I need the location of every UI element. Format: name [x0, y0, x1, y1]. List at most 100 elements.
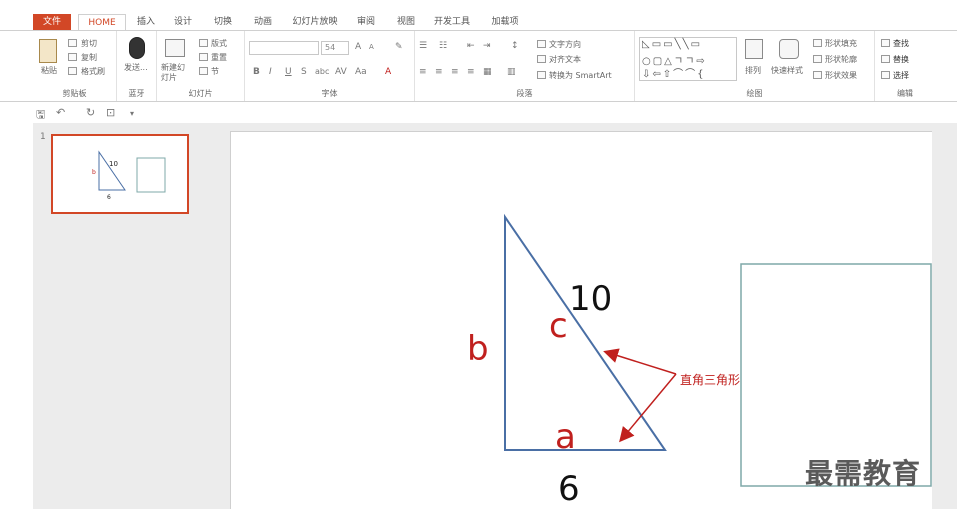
smartart-label[interactable]: 转换为 SmartArt	[549, 70, 612, 81]
align-right-icon[interactable]: ≡	[451, 67, 459, 77]
underline-button[interactable]: U	[285, 67, 292, 77]
shapes-gallery[interactable]: ◺▭▭╲╲▭ ○▢△ㄱㄱ⇨ ⇩⇦⇧⌒⌒{	[639, 37, 737, 81]
bluetooth-send-label[interactable]: 发送...	[124, 63, 154, 73]
numbering-icon[interactable]: ☷	[439, 41, 447, 51]
quick-styles-icon[interactable]	[779, 39, 799, 59]
bold-button[interactable]: B	[253, 67, 260, 77]
justify-icon[interactable]: ≡	[467, 67, 475, 77]
shapes-row-3-icon: ⇩⇦⇧⌒⌒{	[642, 69, 706, 80]
font-group-label: 字体	[321, 89, 338, 98]
customize-qat-icon[interactable]: ▾	[130, 109, 134, 118]
grow-font-icon[interactable]: A	[355, 42, 361, 52]
format-painter-icon[interactable]	[68, 67, 77, 75]
hypotenuse-value[interactable]: 10	[569, 279, 612, 319]
align-left-icon[interactable]: ≡	[419, 67, 427, 77]
new-slide-icon[interactable]	[165, 39, 185, 57]
replace-icon[interactable]	[881, 55, 890, 63]
bluetooth-group: 发送... 蓝牙	[117, 31, 157, 101]
redo-icon[interactable]: ↻	[86, 106, 95, 119]
find-icon[interactable]	[881, 39, 890, 47]
increase-indent-icon[interactable]: ⇥	[483, 41, 491, 51]
copy-icon[interactable]	[68, 53, 77, 61]
shape-outline-label[interactable]: 形状轮廓	[825, 54, 857, 65]
cut-icon[interactable]	[68, 39, 77, 47]
tab-design[interactable]: 设计	[171, 14, 195, 30]
slide-thumbnail-1[interactable]: 10 b 6	[51, 134, 189, 214]
quick-access-toolbar: 🖫 ↶ ↻ ⊡ ▾	[0, 103, 957, 123]
tab-file[interactable]: 文件	[33, 14, 71, 30]
shape-effects-label[interactable]: 形状效果	[825, 70, 857, 81]
shadow-button[interactable]: S	[301, 67, 307, 77]
tab-view[interactable]: 视图	[394, 14, 418, 30]
font-color-icon[interactable]: A	[385, 67, 391, 77]
tab-insert[interactable]: 插入	[134, 14, 158, 30]
tab-review[interactable]: 审阅	[354, 14, 378, 30]
arrange-icon[interactable]	[745, 39, 763, 59]
title-bar-strip	[0, 0, 957, 4]
align-text-icon[interactable]	[537, 55, 546, 63]
copy-label[interactable]: 复制	[81, 52, 97, 63]
paragraph-group-label: 段落	[516, 89, 533, 98]
side-a-label[interactable]: a	[555, 417, 576, 457]
change-case-button[interactable]: Aa	[355, 67, 367, 77]
bullets-icon[interactable]: ☰	[419, 41, 427, 51]
select-icon[interactable]	[881, 71, 890, 79]
align-text-label[interactable]: 对齐文本	[549, 54, 581, 65]
tab-addins[interactable]: 加载项	[488, 14, 522, 30]
format-painter-label[interactable]: 格式刷	[81, 66, 105, 77]
tab-animations[interactable]: 动画	[251, 14, 275, 30]
side-c-label[interactable]: c	[549, 306, 568, 346]
cut-label[interactable]: 剪切	[81, 38, 97, 49]
shape-fill-label[interactable]: 形状填充	[825, 38, 857, 49]
arrange-label[interactable]: 排列	[745, 65, 761, 76]
smartart-icon[interactable]	[537, 71, 546, 79]
replace-label[interactable]: 替换	[893, 54, 909, 65]
shape-fill-icon[interactable]	[813, 39, 822, 47]
shrink-font-icon[interactable]: A	[369, 43, 374, 51]
base-value[interactable]: 6	[558, 469, 580, 509]
layout-label[interactable]: 版式	[211, 38, 227, 49]
reset-icon[interactable]	[199, 53, 208, 61]
shape-effects-icon[interactable]	[813, 71, 822, 79]
bluetooth-icon[interactable]	[129, 37, 145, 59]
reset-label[interactable]: 重置	[211, 52, 227, 63]
new-slide-label[interactable]: 新建幻灯片	[161, 63, 191, 83]
line-spacing-icon[interactable]: ↕	[511, 41, 519, 51]
paste-label[interactable]: 粘贴	[41, 65, 57, 76]
annotation-arrow-lower	[619, 373, 677, 443]
thumbnail-number: 1	[40, 132, 46, 142]
tab-home[interactable]: HOME	[78, 14, 126, 31]
decrease-indent-icon[interactable]: ⇤	[467, 41, 475, 51]
distributed-icon[interactable]: ▦	[483, 67, 492, 77]
text-direction-icon[interactable]	[537, 40, 546, 48]
select-label[interactable]: 选择	[893, 70, 909, 81]
side-b-label[interactable]: b	[467, 329, 489, 369]
thumbnail-bottom-label: 6	[107, 194, 111, 201]
strikethrough-button[interactable]: abc	[315, 67, 329, 76]
text-direction-label[interactable]: 文字方向	[549, 39, 581, 50]
find-label[interactable]: 查找	[893, 38, 909, 49]
section-label[interactable]: 节	[211, 66, 219, 77]
section-icon[interactable]	[199, 67, 208, 75]
paste-icon[interactable]	[39, 39, 57, 63]
font-group: 54 A A ✎ B I U S abc AV Aa A 字体	[245, 31, 415, 101]
columns-icon[interactable]: ▥	[507, 67, 516, 77]
font-name-box[interactable]	[249, 41, 319, 55]
italic-button[interactable]: I	[269, 67, 272, 77]
undo-icon[interactable]: ↶	[56, 106, 65, 119]
annotation-right-triangle[interactable]: 直角三角形	[680, 373, 740, 387]
char-spacing-icon[interactable]: AV	[335, 67, 347, 77]
layout-icon[interactable]	[199, 39, 208, 47]
align-center-icon[interactable]: ≡	[435, 67, 443, 77]
clear-format-icon[interactable]: ✎	[395, 42, 403, 52]
drawing-group: ◺▭▭╲╲▭ ○▢△ㄱㄱ⇨ ⇩⇦⇧⌒⌒{ 排列 快速样式 形状填充 形状轮廓 形…	[635, 31, 875, 101]
tab-developer[interactable]: 开发工具	[430, 14, 474, 30]
tab-slideshow[interactable]: 幻灯片放映	[290, 14, 340, 30]
font-size-box[interactable]: 54	[321, 41, 349, 55]
drawing-group-label: 绘图	[746, 89, 763, 98]
shape-outline-icon[interactable]	[813, 55, 822, 63]
quick-styles-label[interactable]: 快速样式	[771, 65, 803, 76]
tab-transitions[interactable]: 切换	[211, 14, 235, 30]
start-slideshow-icon[interactable]: ⊡	[106, 106, 115, 119]
editing-group-label: 编辑	[897, 89, 913, 98]
